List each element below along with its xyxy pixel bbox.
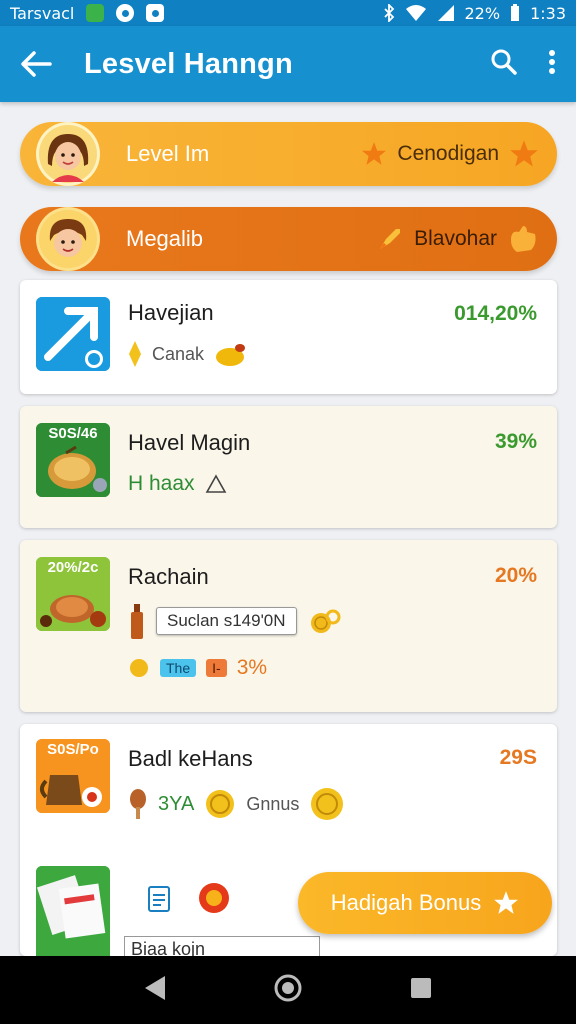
- more-vertical-icon: [549, 50, 555, 74]
- drumstick-icon: [130, 789, 146, 819]
- back-arrow-icon: [21, 51, 52, 77]
- fruit-icon: [216, 344, 246, 366]
- search-icon: [491, 49, 517, 75]
- wifi-icon: [405, 5, 426, 21]
- card-subtext: Canak: [152, 343, 205, 364]
- diamond-icon: [129, 341, 141, 367]
- coin-icon: [206, 790, 235, 818]
- battery-percent: 22%: [464, 3, 501, 23]
- teapot-icon: S0S/Po: [36, 739, 110, 813]
- level-banner-2[interactable]: Megalib Blavohar: [20, 207, 557, 271]
- nav-home-button[interactable]: [274, 974, 302, 1006]
- clock: 1:33: [530, 3, 566, 23]
- roast-icon: 20%/2c: [36, 557, 110, 631]
- card-percent: 39%: [494, 430, 537, 453]
- level-card-2[interactable]: S0S/46 Havel Magin 39% H haax: [20, 406, 557, 528]
- bonus-label: Hadigah Bonus: [330, 890, 482, 915]
- star-icon: [494, 891, 519, 914]
- rocket-icon: [380, 229, 401, 249]
- banner-title: Megalib: [126, 226, 204, 251]
- card-subtext: Gnnus: [246, 793, 300, 814]
- signal-icon: [437, 5, 454, 21]
- card-subtext: H haax: [128, 472, 195, 495]
- image-notification-icon: [146, 4, 165, 22]
- bottle-icon: [131, 604, 143, 639]
- tag-chip: The: [160, 659, 197, 677]
- card-title: Rachain: [128, 564, 209, 589]
- document-icon: [148, 886, 170, 912]
- banner-title: Level Im: [126, 141, 210, 166]
- food-bowl-icon: S0S/46: [36, 423, 110, 497]
- more-options-button[interactable]: [548, 49, 556, 79]
- card-percent: 014,20%: [454, 302, 537, 325]
- thumb-label: S0S/Po: [47, 741, 99, 758]
- arrow-app-icon: [36, 297, 110, 371]
- back-button[interactable]: [20, 44, 60, 84]
- tooltip: Suclan s149'0N: [156, 607, 297, 635]
- carrier-label: Tarsvacl: [10, 3, 75, 23]
- star-icon: [510, 140, 538, 167]
- thumb-label: S0S/46: [48, 425, 98, 442]
- level-banner-1[interactable]: Level Im Cenodigan: [20, 122, 557, 186]
- banner-right-text: Blavohar: [414, 227, 497, 250]
- coin-icon: [130, 659, 148, 677]
- app-notification-icon: [86, 4, 105, 22]
- search-button[interactable]: [490, 48, 518, 80]
- app-bar: Lesvel Hanngn: [0, 26, 576, 102]
- triangle-icon: [205, 474, 226, 493]
- coin-icon: [310, 609, 341, 633]
- circle-notification-icon: [116, 4, 135, 22]
- hand-icon: [511, 226, 536, 252]
- recents-square-icon: [410, 978, 431, 998]
- page-title: Lesvel Hanngn: [84, 47, 293, 80]
- card-subtext-left: 3YA: [158, 792, 195, 815]
- card-title: Havel Magin: [128, 430, 251, 455]
- tag-chip: I-: [206, 659, 227, 677]
- home-circle-icon: [274, 974, 302, 1002]
- card-title: Badl keHans: [128, 746, 253, 771]
- system-nav-bar: [0, 956, 576, 1024]
- ball-icon: [199, 883, 229, 913]
- back-triangle-icon: [145, 976, 166, 1000]
- sub-percent: 3%: [236, 656, 268, 679]
- banner-right-text: Cenodigan: [397, 142, 499, 165]
- battery-icon: [511, 4, 520, 21]
- cards-icon: [36, 866, 110, 966]
- card-percent: 20%: [494, 564, 537, 587]
- bonus-button[interactable]: Hadigah Bonus: [298, 872, 552, 934]
- nav-recents-button[interactable]: [409, 976, 433, 1004]
- level-card-3[interactable]: 20%/2c Rachain 20% Suclan s149'0N The I-…: [20, 540, 557, 712]
- coin-icon: [311, 788, 344, 820]
- nav-back-button[interactable]: [143, 975, 167, 1005]
- boy-avatar: [36, 207, 100, 271]
- level-card-1[interactable]: Havejian 014,20% Canak: [20, 280, 557, 394]
- star-icon: [362, 142, 387, 165]
- bluetooth-icon: [383, 4, 394, 22]
- thumb-label: 20%/2c: [47, 559, 99, 576]
- card-title: Havejian: [128, 300, 214, 325]
- status-bar: Tarsvacl 22% 1:33: [0, 0, 576, 26]
- card-percent: 29S: [499, 746, 537, 769]
- girl-avatar: [36, 122, 100, 186]
